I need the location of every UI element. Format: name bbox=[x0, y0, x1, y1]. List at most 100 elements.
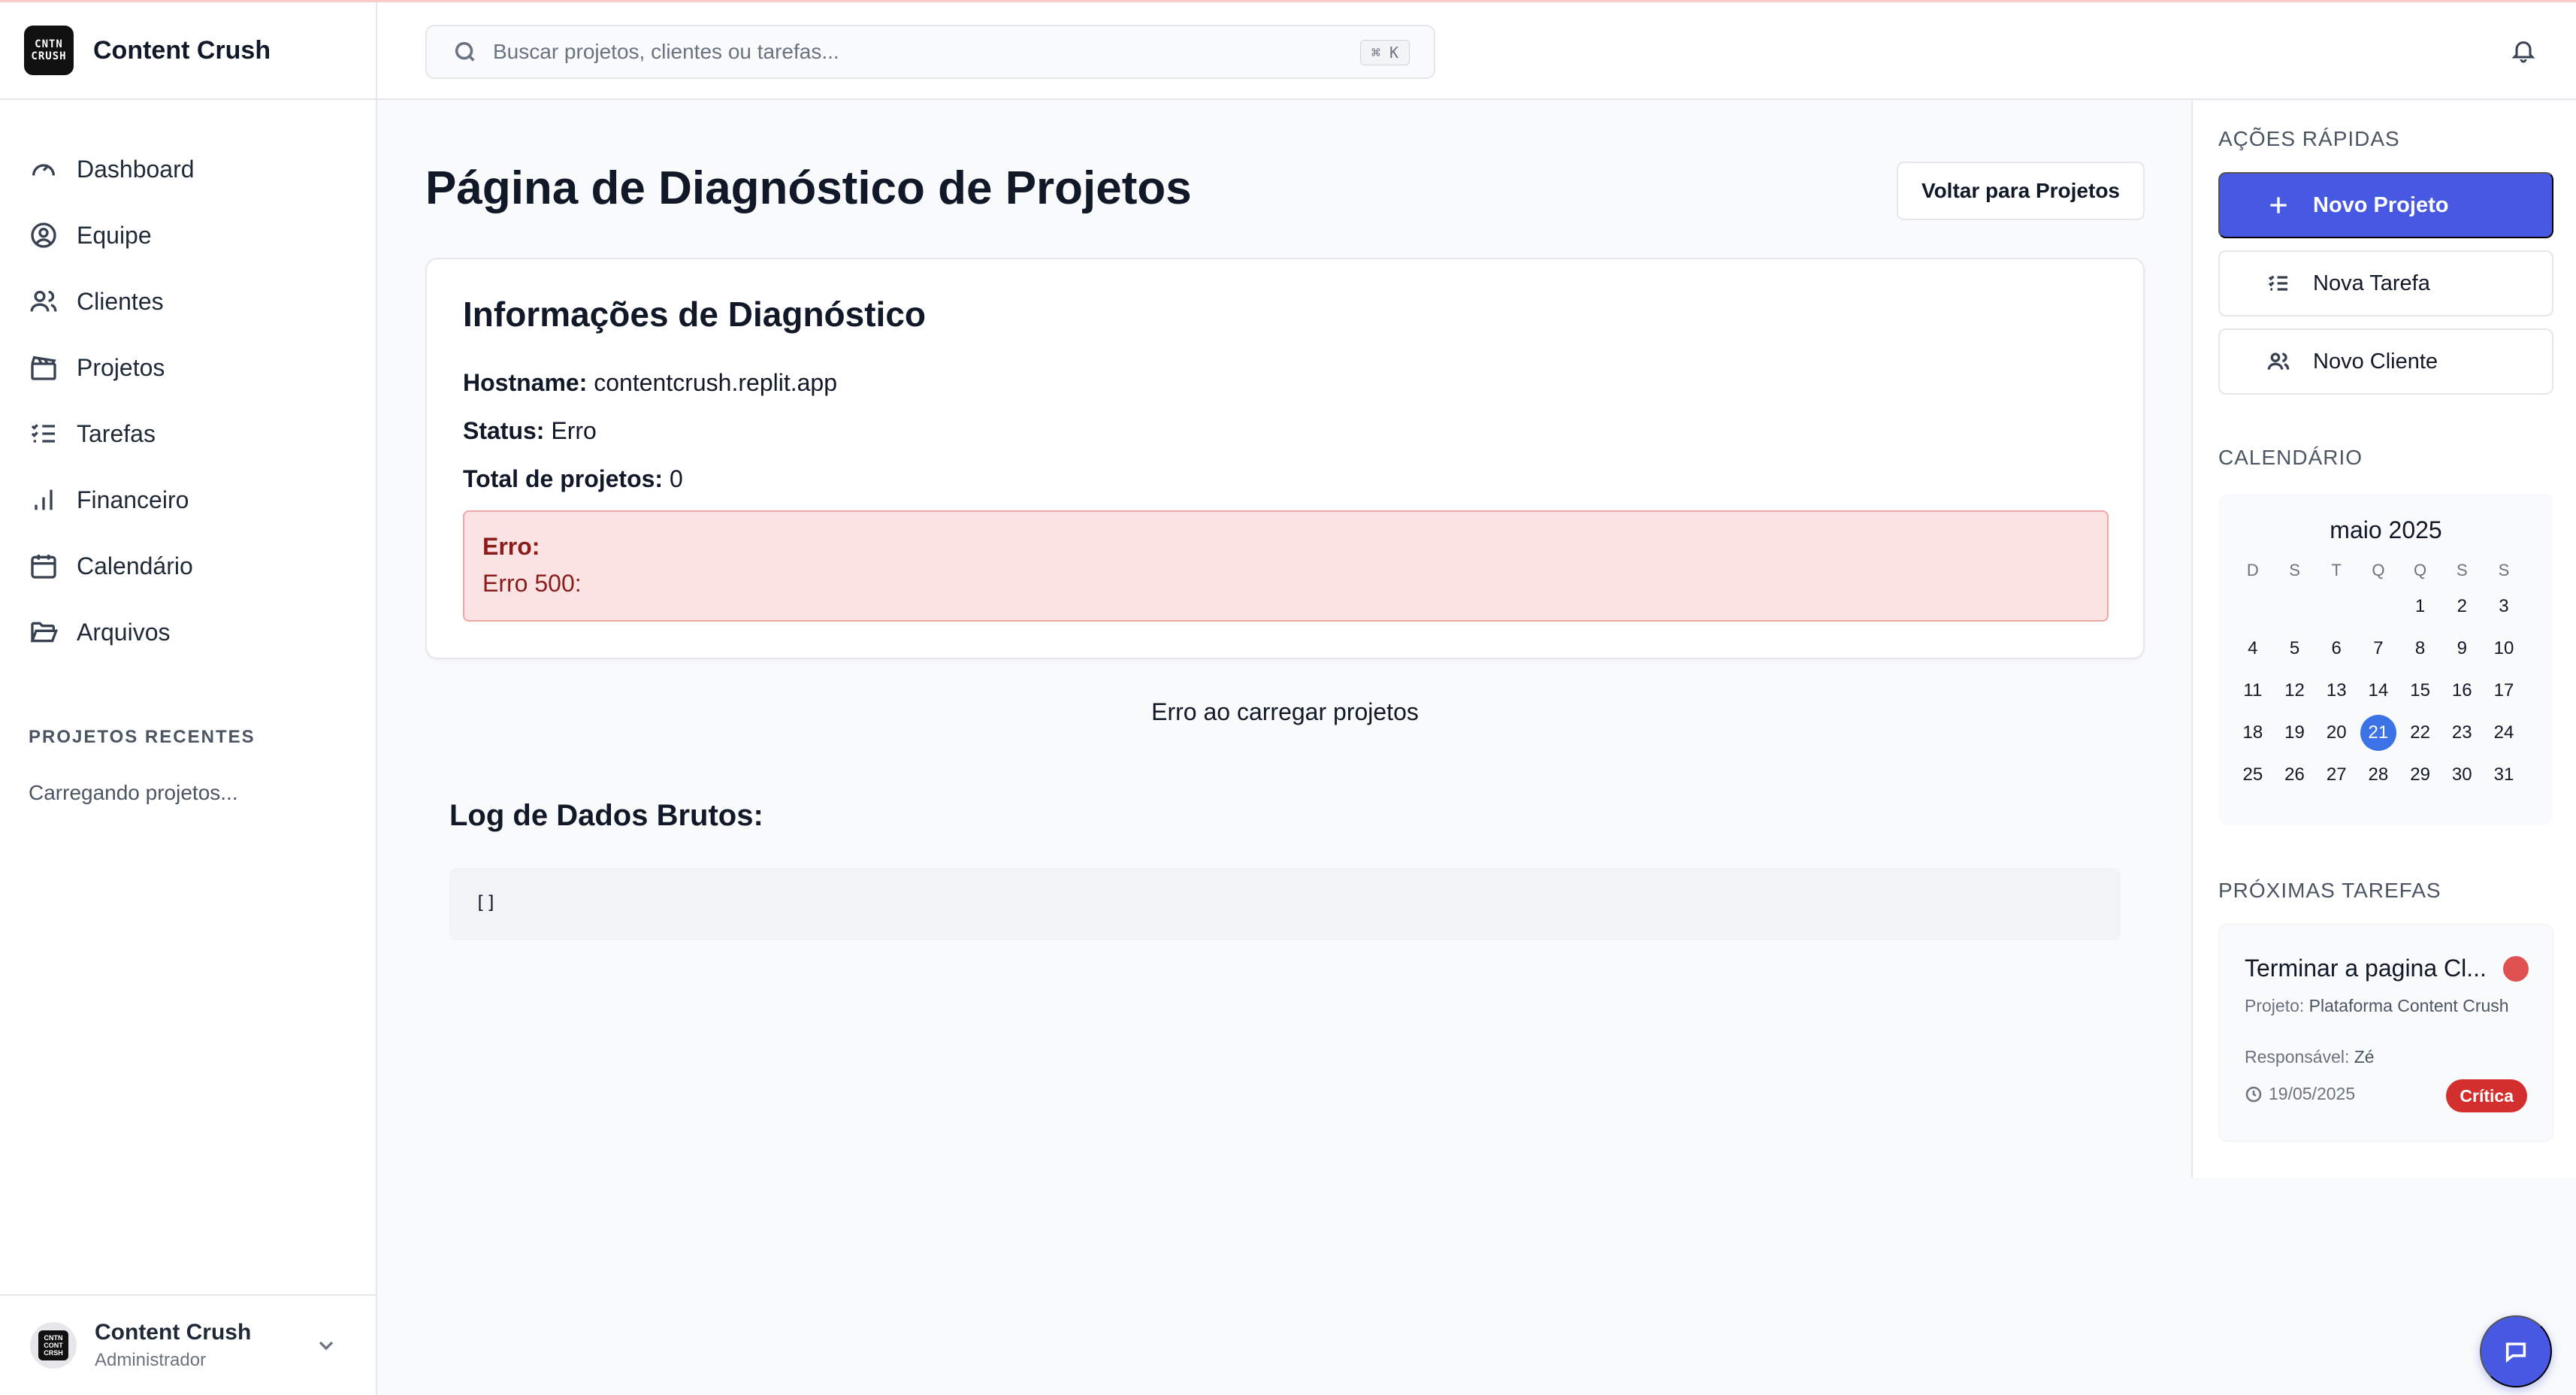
back-to-projects-button[interactable]: Voltar para Projetos bbox=[1897, 162, 2145, 220]
user-name: Content Crush bbox=[95, 1320, 252, 1345]
calendar-icon bbox=[31, 555, 56, 579]
calendar-day[interactable]: 17 bbox=[2483, 680, 2525, 701]
recent-projects-heading: PROJETOS RECENTES bbox=[29, 727, 255, 747]
chat-button[interactable] bbox=[2480, 1315, 2552, 1387]
calendar-day[interactable]: 26 bbox=[2274, 764, 2316, 785]
calendar-day[interactable]: 14 bbox=[2357, 680, 2399, 701]
task-title: Terminar a pagina Cl... bbox=[2245, 955, 2487, 982]
avatar-text-line-1: CNTN bbox=[44, 1334, 63, 1342]
diagnostics-card: Informações de Diagnóstico Hostname: con… bbox=[425, 258, 2145, 659]
list-checks-icon bbox=[31, 424, 55, 443]
brand[interactable]: CNTN CRUSH Content Crush bbox=[0, 2, 376, 100]
clock-icon bbox=[2245, 1086, 2262, 1102]
right-panel: AÇÕES RÁPIDAS Novo Projeto Nova Tarefa N… bbox=[2191, 101, 2576, 1178]
bell-icon[interactable] bbox=[2510, 37, 2537, 64]
calendar-day[interactable]: 5 bbox=[2274, 638, 2316, 659]
calendar-day[interactable]: 28 bbox=[2357, 764, 2399, 785]
sidebar-item-label: Calendário bbox=[77, 552, 193, 579]
sidebar-item-dashboard[interactable]: Dashboard bbox=[0, 136, 376, 202]
task-owner-value: Zé bbox=[2354, 1047, 2375, 1067]
page-title: Página de Diagnóstico de Projetos bbox=[425, 162, 1192, 214]
calendar-day[interactable]: 27 bbox=[2315, 764, 2357, 785]
new-task-button[interactable]: Nova Tarefa bbox=[2218, 250, 2553, 316]
folder-icon bbox=[30, 622, 59, 643]
brand-logo: CNTN CRUSH bbox=[24, 26, 74, 75]
calendar-day[interactable]: 9 bbox=[2441, 638, 2483, 659]
message-square-icon bbox=[2505, 1342, 2526, 1363]
sidebar-item-label: Dashboard bbox=[77, 155, 195, 183]
calendar-day[interactable]: 22 bbox=[2399, 722, 2441, 743]
status-label: Status: bbox=[463, 417, 545, 444]
users-icon bbox=[2267, 353, 2290, 370]
upcoming-tasks-heading: PRÓXIMAS TAREFAS bbox=[2218, 879, 2441, 902]
new-project-label: Novo Projeto bbox=[2313, 192, 2449, 217]
sidebar-item-equipe[interactable]: Equipe bbox=[0, 202, 376, 268]
calendar-weekday: T bbox=[2331, 561, 2342, 579]
calendar-weekday: S bbox=[2456, 561, 2468, 579]
calendar-day[interactable]: 6 bbox=[2315, 638, 2357, 659]
task-card[interactable]: Terminar a pagina Cl... Projeto: Platafo… bbox=[2218, 924, 2553, 1142]
plus-icon bbox=[2270, 197, 2287, 213]
calendar-day[interactable]: 23 bbox=[2441, 722, 2483, 743]
recent-projects-loading: Carregando projetos... bbox=[29, 781, 238, 804]
calendar-day[interactable]: 29 bbox=[2399, 764, 2441, 785]
calendar-weekday: Q bbox=[2414, 561, 2427, 579]
calendar-day[interactable]: 13 bbox=[2315, 680, 2357, 701]
sidebar-item-tarefas[interactable]: Tarefas bbox=[0, 401, 376, 467]
sidebar-item-calendario[interactable]: Calendário bbox=[0, 533, 376, 599]
total-projects-value: 0 bbox=[669, 465, 683, 492]
calendar-day[interactable]: 20 bbox=[2315, 722, 2357, 743]
task-owner: Responsável: Zé bbox=[2245, 1045, 2530, 1069]
calendar-day[interactable]: 30 bbox=[2441, 764, 2483, 785]
raw-data-log: Log de Dados Brutos: [] bbox=[425, 776, 2145, 1024]
calendar-day[interactable]: 18 bbox=[2232, 722, 2274, 743]
keyboard-shortcut-hint: ⌘ K bbox=[1359, 40, 1410, 65]
new-project-button[interactable]: Novo Projeto bbox=[2218, 172, 2553, 238]
calendar-day-today[interactable]: 21 bbox=[2357, 715, 2399, 751]
sidebar-item-label: Financeiro bbox=[77, 486, 189, 513]
calendar-heading: CALENDÁRIO bbox=[2218, 446, 2363, 469]
sidebar-item-projetos[interactable]: Projetos bbox=[0, 334, 376, 401]
user-circle-icon bbox=[31, 222, 56, 248]
raw-log-content: [] bbox=[449, 868, 2121, 940]
calendar-day[interactable]: 25 bbox=[2232, 764, 2274, 785]
avatar-text-line-3: CRSH bbox=[44, 1349, 63, 1357]
calendar-day[interactable]: 2 bbox=[2441, 596, 2483, 617]
new-task-label: Nova Tarefa bbox=[2313, 271, 2430, 295]
calendar-day[interactable]: 8 bbox=[2399, 638, 2441, 659]
calendar-day[interactable]: 24 bbox=[2483, 722, 2525, 743]
calendar-week: 11 12 13 14 15 16 17 bbox=[2232, 670, 2540, 712]
user-menu[interactable]: CNTN CONT CRSH Content Crush Administrad… bbox=[0, 1294, 376, 1395]
calendar-day[interactable]: 19 bbox=[2274, 722, 2316, 743]
total-projects-label: Total de projetos: bbox=[463, 465, 664, 492]
task-priority-dot bbox=[2503, 956, 2529, 982]
calendar-day[interactable]: 12 bbox=[2274, 680, 2316, 701]
avatar-text-line-2: CONT bbox=[44, 1342, 63, 1349]
sidebar: CNTN CRUSH Content Crush Dashboard Equip… bbox=[0, 2, 377, 1395]
calendar-week: 123 bbox=[2232, 586, 2540, 628]
new-client-button[interactable]: Novo Cliente bbox=[2218, 328, 2553, 395]
app-name: Content Crush bbox=[93, 35, 271, 65]
calendar-day[interactable]: 31 bbox=[2483, 764, 2525, 785]
calendar-day[interactable]: 7 bbox=[2357, 638, 2399, 659]
calendar-day[interactable]: 3 bbox=[2483, 596, 2525, 617]
calendar-day[interactable]: 11 bbox=[2232, 680, 2274, 701]
today-highlight: 21 bbox=[2360, 715, 2396, 751]
calendar-day[interactable]: 4 bbox=[2232, 638, 2274, 659]
search-input[interactable]: Buscar projetos, clientes ou tarefas... … bbox=[425, 25, 1435, 79]
error-message: Erro 500: bbox=[482, 570, 582, 597]
calendar-month: maio 2025 bbox=[2330, 516, 2442, 543]
sidebar-item-financeiro[interactable]: Financeiro bbox=[0, 467, 376, 533]
calendar-day[interactable]: 16 bbox=[2441, 680, 2483, 701]
user-info: Content Crush Administrador bbox=[95, 1320, 251, 1371]
calendar-day[interactable]: 1 bbox=[2399, 596, 2441, 617]
chevron-down-icon[interactable] bbox=[314, 1333, 338, 1357]
clapperboard-icon bbox=[31, 356, 56, 380]
sidebar-item-arquivos[interactable]: Arquivos bbox=[0, 599, 376, 665]
calendar-grid: D S T Q Q S S 1 2 3 4 5 6 7 8 9 10 11 12 13 14 15 16 17 18 19 20 21… bbox=[2232, 555, 2540, 796]
calendar-weekday: S bbox=[2289, 561, 2300, 579]
sidebar-item-clientes[interactable]: Clientes bbox=[0, 268, 376, 334]
calendar-day[interactable]: 10 bbox=[2483, 638, 2525, 659]
search-icon bbox=[455, 41, 475, 62]
calendar-day[interactable]: 15 bbox=[2399, 680, 2441, 701]
